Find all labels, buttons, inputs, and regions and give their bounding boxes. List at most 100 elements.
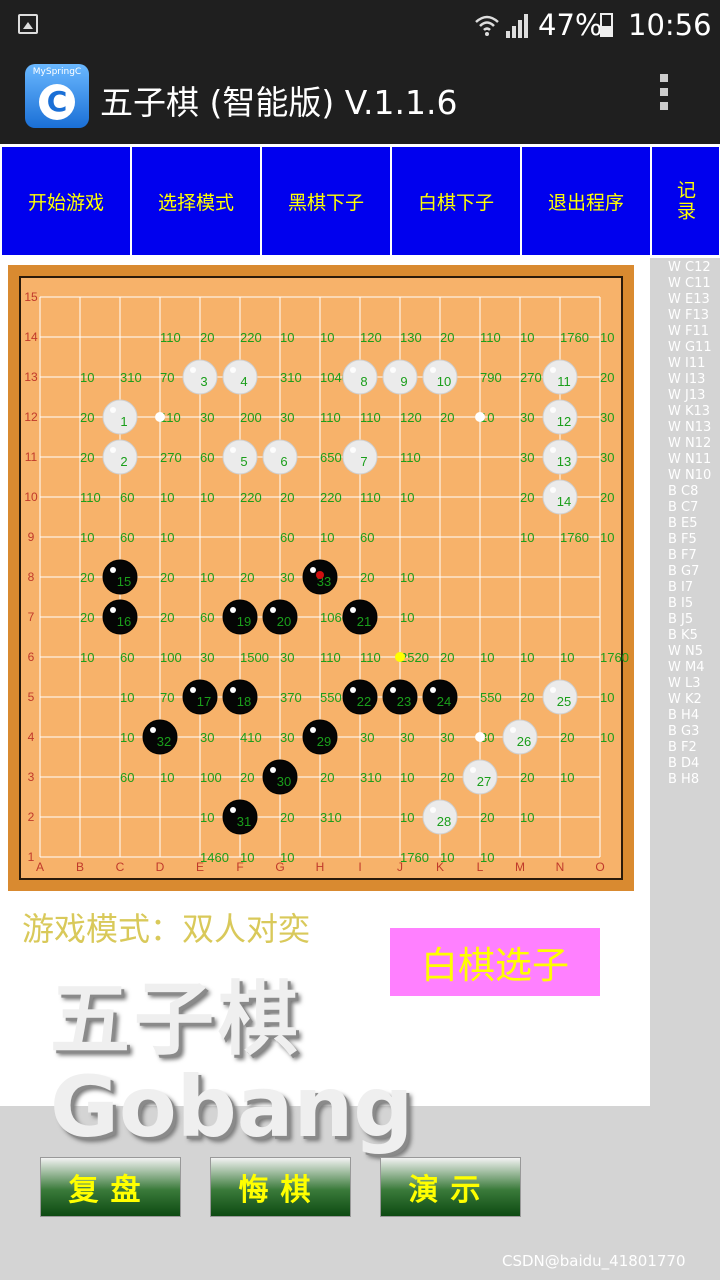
stone-highlight <box>350 367 356 373</box>
replay-button[interactable]: 复盘 <box>40 1157 181 1217</box>
watermark: CSDN@baidu_41801770 <box>502 1252 686 1270</box>
score-hint: 10 <box>320 530 334 545</box>
candidate-marker <box>475 412 485 422</box>
stone-number: 16 <box>117 614 131 629</box>
stone-highlight <box>430 367 436 373</box>
start-game-button[interactable]: 开始游戏 <box>1 146 131 256</box>
score-hint: 30 <box>520 410 534 425</box>
record-entry: W F13 <box>668 308 710 323</box>
black-move-button[interactable]: 黑棋下子 <box>261 146 391 256</box>
score-hint: 310 <box>280 370 302 385</box>
score-hint: 20 <box>200 330 214 345</box>
row-label: 2 <box>28 810 35 824</box>
stone-number: 15 <box>117 574 131 589</box>
score-hint: 100 <box>160 650 182 665</box>
white-move-button[interactable]: 白棋下子 <box>391 146 521 256</box>
record-entry: W E13 <box>668 292 710 307</box>
stone-number: 32 <box>157 734 171 749</box>
score-hint: 20 <box>80 450 94 465</box>
stone-number: 12 <box>557 414 571 429</box>
col-label: I <box>358 860 361 874</box>
app-bar: MySpringC C 五子棋 (智能版) V.1.1.6 <box>0 50 720 144</box>
score-hint: 1760 <box>600 650 629 665</box>
overflow-menu-icon[interactable] <box>654 74 674 118</box>
score-hint: 10 <box>80 530 94 545</box>
score-hint: 10 <box>200 570 214 585</box>
stone-number: 8 <box>360 374 367 389</box>
score-hint: 20 <box>520 770 534 785</box>
score-hint: 1760 <box>560 530 589 545</box>
stone-number: 11 <box>557 374 571 389</box>
record-entry: B K5 <box>668 628 698 643</box>
score-hint: 10 <box>400 610 414 625</box>
score-hint: 20 <box>440 770 454 785</box>
stone-number: 29 <box>317 734 331 749</box>
score-hint: 270 <box>160 450 182 465</box>
score-hint: 10 <box>600 690 614 705</box>
score-hint: 10 <box>520 650 534 665</box>
record-entry: W C12 <box>668 260 711 275</box>
score-hint: 10 <box>160 490 174 505</box>
stone-number: 5 <box>240 454 247 469</box>
score-hint: 60 <box>280 530 294 545</box>
score-hint: 10 <box>440 850 454 865</box>
status-bar: 47% 10:56 <box>0 0 720 50</box>
score-hint: 30 <box>200 650 214 665</box>
stone-highlight <box>110 607 116 613</box>
col-label: O <box>595 860 604 874</box>
score-hint: 220 <box>320 490 342 505</box>
app-logo-icon: MySpringC C <box>25 64 89 128</box>
stone-highlight <box>430 687 436 693</box>
score-hint: 20 <box>520 490 534 505</box>
stone-number: 22 <box>357 694 371 709</box>
stone-number: 7 <box>360 454 367 469</box>
gobang-board[interactable]: A B C D E F G H I J K L M N O123456789101112131415110 2… <box>0 258 650 898</box>
undo-button[interactable]: 悔棋 <box>210 1157 351 1217</box>
score-hint: 70 <box>160 690 174 705</box>
score-hint: 10 <box>520 330 534 345</box>
score-hint: 10 <box>600 530 614 545</box>
score-hint: 10 <box>120 730 134 745</box>
score-hint: 550 <box>320 690 342 705</box>
col-label: D <box>156 860 165 874</box>
record-entry: W I13 <box>668 372 706 387</box>
score-hint: 30 <box>440 730 454 745</box>
score-hint: 1760 <box>400 850 429 865</box>
record-entry: W N12 <box>668 436 712 451</box>
signal-icon <box>506 14 528 38</box>
score-hint: 130 <box>400 330 422 345</box>
stone-number: 17 <box>197 694 211 709</box>
score-hint: 20 <box>600 370 614 385</box>
row-label: 15 <box>24 290 38 304</box>
stone-number: 25 <box>557 694 571 709</box>
score-hint: 60 <box>120 490 134 505</box>
exit-program-button[interactable]: 退出程序 <box>521 146 651 256</box>
score-hint: 1460 <box>200 850 229 865</box>
wifi-icon <box>475 15 499 36</box>
last-move-marker <box>316 571 324 579</box>
demo-button[interactable]: 演示 <box>380 1157 521 1217</box>
record-entry: B G7 <box>668 564 700 579</box>
gallery-notification-icon <box>18 14 38 34</box>
score-hint: 200 <box>240 410 262 425</box>
score-hint: 10 <box>400 770 414 785</box>
score-hint: 20 <box>160 570 174 585</box>
turn-status-badge: 白棋选子 <box>390 928 600 996</box>
stone-highlight <box>470 767 476 773</box>
clock: 10:56 <box>628 8 712 42</box>
row-label: 9 <box>28 530 35 544</box>
score-hint: 550 <box>480 690 502 705</box>
row-label: 4 <box>28 730 35 744</box>
candidate-marker <box>395 652 405 662</box>
score-hint: 220 <box>240 490 262 505</box>
stone-highlight <box>310 727 316 733</box>
score-hint: 650 <box>320 450 342 465</box>
stone-highlight <box>270 767 276 773</box>
record-button[interactable]: 记录 <box>651 146 720 256</box>
stone-highlight <box>230 687 236 693</box>
select-mode-button[interactable]: 选择模式 <box>131 146 261 256</box>
stone-highlight <box>550 367 556 373</box>
record-entry: W K13 <box>668 404 711 419</box>
score-hint: 70 <box>160 370 174 385</box>
score-hint: 10 <box>320 330 334 345</box>
